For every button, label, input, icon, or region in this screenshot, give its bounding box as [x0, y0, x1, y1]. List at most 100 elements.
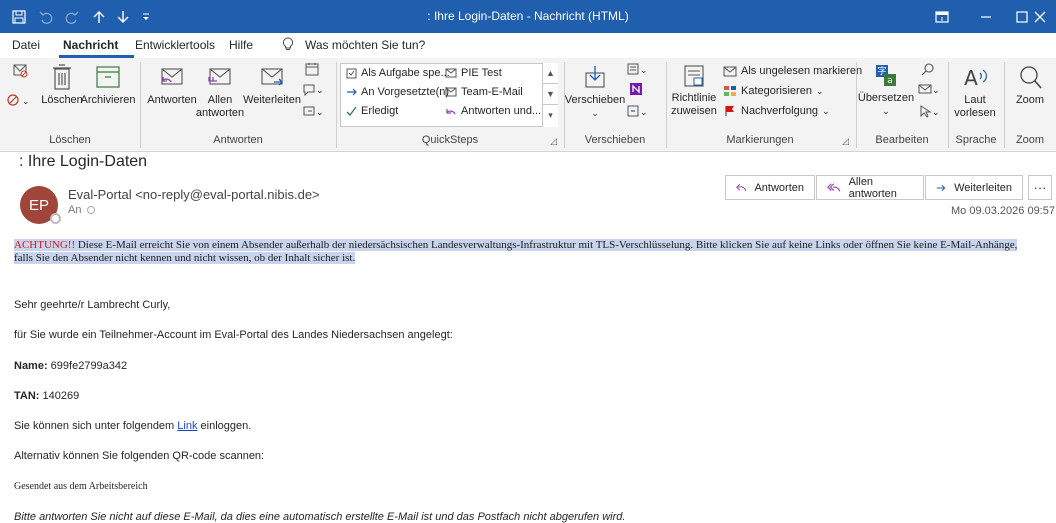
dialog-launcher-icon[interactable]: ◿: [550, 136, 557, 147]
group-label-bearbeiten: Bearbeiten: [875, 134, 929, 146]
reply-all-icon: [827, 182, 841, 192]
reply-all-label-1: Allen: [207, 94, 233, 106]
name-value: 699fe2799a342: [47, 360, 128, 372]
more-actions-button[interactable]: ···: [1028, 175, 1052, 200]
name-line: Name: 699fe2799a342: [14, 360, 127, 372]
dialog-launcher-icon[interactable]: ◿: [842, 136, 849, 147]
read-aloud-button[interactable]: A Laut vorlesen: [952, 63, 998, 120]
archive-label: Archivieren: [80, 94, 136, 106]
menu-nachricht[interactable]: Nachricht: [63, 38, 118, 52]
delete-label: Löschen: [41, 94, 83, 106]
lightbulb-icon: [282, 37, 294, 54]
quickstep-team-email[interactable]: Team-E-Mail: [445, 86, 523, 98]
tan-value: 140269: [39, 390, 80, 402]
select-icon[interactable]: ⌄: [918, 104, 946, 121]
move-button[interactable]: Verschieben ⌄: [564, 63, 626, 120]
quickstep-pie-test[interactable]: PIE Test: [445, 67, 502, 79]
sent-from-text: Gesendet aus dem Arbeitsbereich: [14, 481, 148, 492]
login-line: Sie können sich unter folgendem Link ein…: [14, 420, 252, 432]
ellipsis-icon: ···: [1033, 180, 1047, 195]
quicksteps-scroll[interactable]: ▲ ▼ ▾: [542, 63, 558, 127]
warning-prefix: ACHTUNG!!: [14, 239, 76, 251]
more-reply-icon[interactable]: ⌄: [302, 104, 330, 121]
svg-text:a: a: [887, 76, 893, 86]
quickstep-reply-delete[interactable]: Antworten und...: [445, 105, 541, 117]
rules-icon[interactable]: ⌄: [626, 62, 652, 79]
find-icon[interactable]: [918, 62, 938, 79]
reply-action-button[interactable]: Antworten: [725, 175, 815, 200]
tan-label: TAN:: [14, 390, 40, 402]
cleanup-button[interactable]: ⌄: [6, 92, 36, 111]
group-label-loeschen: Löschen: [49, 134, 91, 146]
close-icon[interactable]: [1024, 0, 1056, 33]
delete-button[interactable]: Löschen: [41, 63, 83, 107]
policy-label-1: Richtlinie: [671, 92, 717, 104]
reply-button[interactable]: Antworten: [146, 63, 198, 107]
warning-highlight: ACHTUNG!! Diese E-Mail erreicht Sie von …: [14, 239, 1018, 264]
group-label-markierungen: Markierungen: [726, 134, 794, 146]
related-icon[interactable]: ⌄: [918, 82, 946, 99]
reply-icon: [736, 183, 747, 191]
im-icon[interactable]: ⌄: [302, 82, 330, 99]
quickstep-task[interactable]: Als Aufgabe spe...: [346, 67, 450, 79]
group-label-zoom: Zoom: [1015, 134, 1045, 146]
sender-name[interactable]: Eval-Portal <no-reply@eval-portal.nibis.…: [68, 187, 320, 202]
meeting-icon[interactable]: [302, 62, 322, 79]
to-label: An: [68, 204, 82, 216]
greeting: Sehr geehrte/r Lambrecht Curly,: [14, 299, 171, 311]
footer-note: Bitte antworten Sie nicht auf diese E-Ma…: [14, 511, 626, 523]
expand-gallery-icon[interactable]: ▾: [543, 105, 558, 126]
group-label-quicksteps: QuickSteps: [421, 134, 479, 146]
restore-ribbon-icon[interactable]: [920, 0, 964, 33]
message-subject: : Ihre Login-Daten: [19, 153, 148, 170]
window-title: : Ihre Login-Daten - Nachricht (HTML): [427, 9, 629, 23]
menu-bar: Datei Nachricht Entwicklertools Hilfe Wa…: [0, 33, 1056, 58]
menu-entwicklertools[interactable]: Entwicklertools: [135, 38, 215, 52]
login-link[interactable]: Link: [177, 420, 197, 432]
reply-all-action-button[interactable]: Allen antworten: [816, 175, 924, 200]
menu-datei[interactable]: Datei: [12, 38, 40, 52]
svg-text:A: A: [964, 66, 978, 90]
intro-text: für Sie wurde ein Teilnehmer-Account im …: [14, 329, 453, 341]
onenote-icon[interactable]: [626, 82, 646, 99]
group-label-sprache: Sprache: [955, 134, 997, 146]
warning-text: Diese E-Mail erreicht Sie von einem Abse…: [14, 239, 1018, 264]
scroll-down-icon[interactable]: ▼: [543, 84, 558, 105]
tan-line: TAN: 140269: [14, 390, 79, 402]
read-label-1: Laut: [964, 94, 986, 106]
ribbon: ⌄ Löschen Archivieren Löschen Antworten …: [0, 58, 1056, 152]
mark-unread-button[interactable]: Als ungelesen markieren: [723, 65, 862, 77]
quickstep-manager[interactable]: An Vorgesetzte(n): [346, 86, 449, 98]
zoom-button[interactable]: Zoom: [1008, 63, 1052, 107]
policy-label-2: zuweisen: [671, 105, 717, 117]
actions-icon[interactable]: ⌄: [626, 104, 652, 121]
group-label-verschieben: Verschieben: [584, 134, 646, 146]
recipient-presence-icon: [87, 206, 96, 214]
forward-icon: [936, 184, 946, 191]
message-date: Mo 09.03.2026 09:57: [951, 205, 1055, 217]
recipient-row: An: [68, 204, 96, 216]
presence-icon: [50, 213, 61, 224]
move-label: Verschieben: [564, 94, 626, 106]
translate-button[interactable]: 字a Übersetzen ⌄: [858, 63, 914, 118]
title-bar: : Ihre Login-Daten - Nachricht (HTML): [0, 0, 1056, 33]
qr-text: Alternativ können Sie folgenden QR-code …: [14, 450, 265, 462]
assign-policy-button[interactable]: Richtlinie zuweisen: [669, 63, 719, 118]
external-sender-warning: ACHTUNG!! Diese E-Mail erreicht Sie von …: [14, 239, 1034, 265]
ignore-button[interactable]: [6, 62, 34, 81]
archive-button[interactable]: Archivieren: [80, 63, 136, 107]
categorize-button[interactable]: Kategorisieren ⌄: [723, 85, 823, 97]
reply-all-label-2: antworten: [195, 107, 245, 119]
tell-me-search[interactable]: Was möchten Sie tun?: [305, 38, 425, 52]
forward-label: Weiterleiten: [243, 94, 301, 106]
quickstep-done[interactable]: Erledigt: [346, 105, 398, 117]
scroll-up-icon[interactable]: ▲: [543, 63, 558, 84]
menu-hilfe[interactable]: Hilfe: [229, 38, 253, 52]
zoom-label: Zoom: [1015, 94, 1045, 106]
forward-action-button[interactable]: Weiterleiten: [925, 175, 1023, 200]
group-label-antworten: Antworten: [213, 134, 263, 146]
reply-all-button[interactable]: Allen antworten: [195, 63, 245, 120]
forward-button[interactable]: Weiterleiten: [243, 63, 301, 107]
translate-label: Übersetzen: [857, 92, 915, 104]
followup-button[interactable]: Nachverfolgung ⌄: [723, 105, 830, 117]
